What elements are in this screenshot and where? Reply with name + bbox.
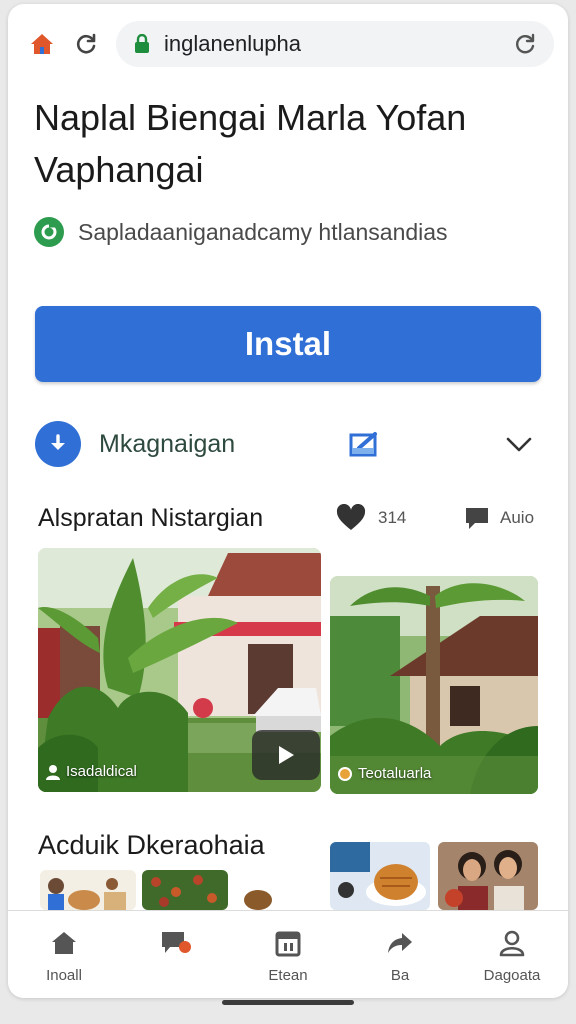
thumbnail[interactable] [142, 870, 228, 910]
section-title: Alspratan Nistargian [38, 504, 264, 532]
nav-item-home[interactable]: Inoall [8, 911, 120, 998]
download-label: Mkagnaigan [99, 429, 236, 458]
like-count: 314 [378, 508, 407, 527]
section-header: Alspratan Nistargian 314 Auio [38, 498, 548, 538]
chevron-down-icon[interactable] [505, 432, 533, 456]
reload-icon [76, 33, 96, 54]
browser-toolbar: inglanenlupha [22, 14, 554, 74]
nav-item-calendar[interactable]: Etean [232, 911, 344, 998]
site-logo-icon [34, 217, 64, 247]
play-icon [279, 746, 294, 764]
chat-icon [160, 927, 192, 959]
phone-screen: inglanenlupha Naplal Biengai Marla Yofan… [8, 4, 568, 998]
page-title: Naplal Biengai Marla Yofan Vaphangai [34, 97, 467, 190]
bottom-navigation: Inoall Etean Ba Dagoata [8, 910, 568, 998]
nav-item-share[interactable]: Ba [344, 911, 456, 998]
photo-caption-text: Isadaldical [66, 763, 137, 780]
nav-item-profile[interactable]: Dagoata [456, 911, 568, 998]
nav-label: Etean [268, 967, 308, 984]
home-icon [31, 34, 53, 54]
download-icon [35, 421, 81, 467]
thumbnail[interactable] [40, 870, 136, 910]
food-photo [142, 870, 228, 910]
photo-caption: Teotaluarla [338, 765, 431, 782]
site-info-row[interactable]: Sapladaaniganadcamy htlansandias [34, 212, 554, 252]
share-icon [384, 927, 416, 959]
photo-card[interactable]: Teotaluarla [330, 576, 538, 794]
people-photo [40, 870, 136, 910]
calendar-icon [272, 927, 304, 959]
heart-icon[interactable] [336, 503, 366, 532]
url-text: inglanenlupha [164, 31, 302, 56]
lock-icon [134, 34, 152, 54]
dish-photo [330, 842, 430, 910]
photo-card[interactable]: Isadaldical [38, 548, 321, 792]
photo-caption-text: Teotaluarla [358, 765, 432, 782]
comment-icon[interactable] [464, 506, 490, 530]
user-icon [46, 764, 60, 780]
nav-item-chat[interactable] [120, 911, 232, 998]
nav-label: Dagoata [483, 967, 541, 984]
page-refresh-button[interactable] [510, 29, 540, 59]
nav-label: Inoall [46, 967, 82, 984]
location-icon [338, 766, 352, 781]
profile-icon [496, 927, 528, 959]
address-bar[interactable]: inglanenlupha [116, 21, 554, 67]
refresh-icon [516, 33, 535, 54]
reload-button[interactable] [66, 24, 106, 64]
play-button[interactable] [252, 730, 320, 780]
bread-photo [238, 884, 278, 910]
site-description: Sapladaaniganadcamy htlansandias [78, 218, 448, 245]
thumbnail[interactable] [438, 842, 538, 910]
section-title: Acduik Dkeraohaia [38, 830, 265, 860]
thumbnail[interactable] [238, 884, 278, 910]
download-row[interactable]: Mkagnaigan [35, 418, 545, 470]
comment-label: Auio [500, 508, 535, 527]
install-button[interactable]: Instal [35, 306, 541, 382]
home-indicator[interactable] [222, 1000, 354, 1005]
home-icon [48, 927, 80, 959]
edit-icon[interactable] [349, 430, 381, 458]
family-photo [438, 842, 538, 910]
photo-caption: Isadaldical [46, 763, 137, 780]
nav-label: Ba [390, 967, 410, 984]
thumbnail[interactable] [330, 842, 430, 910]
garden-photo [330, 576, 538, 794]
home-button[interactable] [22, 24, 62, 64]
